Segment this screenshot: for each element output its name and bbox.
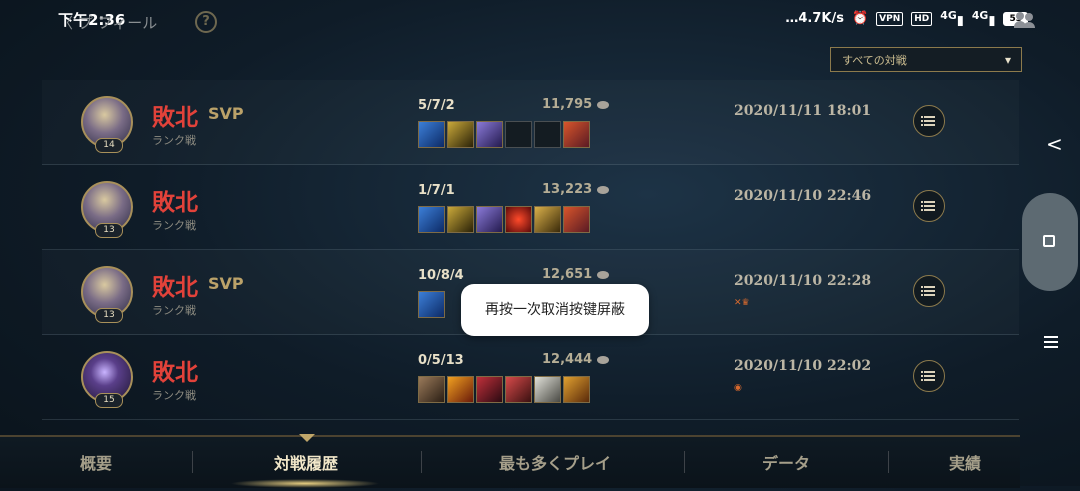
item-icon-red-sword: [505, 376, 532, 403]
signal-icon: 4G▮: [940, 9, 964, 29]
gold-value: 12,651: [542, 267, 593, 282]
gold-value: 11,795: [542, 97, 593, 112]
match-row[interactable]: 14 敗北 SVP ランク戦 5/7/2 11,795 2020/11/11 1…: [42, 80, 1019, 165]
item-icon-purple-sword: [476, 206, 503, 233]
tab-divider: [421, 451, 422, 473]
back-icon[interactable]: <: [1046, 132, 1063, 156]
menu-icon[interactable]: [1044, 336, 1058, 348]
gold-icon: [597, 355, 610, 364]
tab-divider: [684, 451, 685, 473]
match-result: 敗北: [152, 104, 198, 131]
toast-message: 再按一次取消按键屏蔽: [461, 284, 649, 336]
item-icon-monster-red: [563, 206, 590, 233]
champion-level: 15: [95, 393, 123, 408]
item-icon-red-fist: [476, 376, 503, 403]
home-icon: [1043, 235, 1055, 247]
tab-data[interactable]: データ: [720, 437, 852, 488]
game-mode: ランク戦: [152, 219, 196, 232]
item-icon-red-orb: [505, 206, 532, 233]
gold-earned: 12,444: [542, 352, 610, 367]
signal-icon-2: 4G▮: [971, 9, 996, 29]
match-result: 敗北: [152, 359, 198, 386]
tab-most-played[interactable]: 最も多くプレイ: [458, 437, 652, 488]
gold-earned: 12,651: [542, 267, 610, 282]
network-speed: …4.7K/s: [785, 11, 844, 27]
game-mode: ランク戦: [152, 134, 196, 147]
network-label-1: 4G: [940, 9, 957, 22]
match-detail-button[interactable]: [913, 190, 945, 222]
tab-match-history[interactable]: 対戦履歴: [230, 437, 382, 488]
match-result: 敗北: [152, 189, 198, 216]
alarm-icon: ⏰: [851, 11, 869, 27]
status-indicators: …4.7K/s ⏰ VPN HD 4G▮ 4G▮ 53: [785, 9, 1028, 28]
match-date: 2020/11/10 22:02: [734, 358, 872, 374]
item-slot-empty: [534, 121, 561, 148]
item-icon-blue-blade: [418, 291, 445, 318]
gold-value: 13,223: [542, 182, 593, 197]
match-row[interactable]: 15 敗北 ランク戦 0/5/13 12,444 2020/11/10 22:0…: [42, 335, 1019, 420]
item-icon-gold-mask: [563, 376, 590, 403]
svp-badge: SVP: [208, 104, 244, 123]
item-icon-triangle-shield: [447, 206, 474, 233]
vpn-icon: VPN: [876, 11, 904, 26]
status-bar: 下午2:36 …4.7K/s ⏰ VPN HD 4G▮ 4G▮ 53: [0, 0, 1080, 32]
bottom-tab-bar: 概要 対戦履歴 最も多くプレイ データ 実績: [0, 434, 1020, 488]
match-history-list: 14 敗北 SVP ランク戦 5/7/2 11,795 2020/11/11 1…: [42, 80, 1019, 420]
item-icon-purple-sword: [476, 121, 503, 148]
match-extra: ◉: [734, 383, 742, 393]
gold-icon: [597, 270, 610, 279]
home-button[interactable]: [1022, 193, 1078, 291]
item-icon-gold-armor: [534, 206, 561, 233]
item-icon-blue-blade: [418, 206, 445, 233]
item-icon-white-boots: [534, 376, 561, 403]
match-date: 2020/11/10 22:46: [734, 188, 872, 204]
filter-label: すべての対戦: [842, 54, 907, 67]
item-build: [418, 376, 590, 403]
kda-score: 10/8/4: [418, 268, 464, 283]
champion-level: 13: [95, 308, 123, 323]
match-extra: ✕♛: [734, 298, 750, 308]
item-slot-empty: [505, 121, 532, 148]
kda-score: 1/7/1: [418, 183, 455, 198]
tab-achievements[interactable]: 実績: [920, 437, 1010, 488]
champion-level: 14: [95, 138, 123, 153]
profile-back-link[interactable]: 〈 プ フィール: [58, 12, 157, 33]
hd-icon: HD: [911, 11, 933, 26]
match-date: 2020/11/10 22:28: [734, 273, 872, 289]
gold-icon: [597, 185, 610, 194]
match-detail-button[interactable]: [913, 360, 945, 392]
item-icon-brown-shield: [418, 376, 445, 403]
champion-level: 13: [95, 223, 123, 238]
match-detail-button[interactable]: [913, 275, 945, 307]
item-icon-triangle-shield: [447, 121, 474, 148]
item-build: [418, 291, 445, 318]
system-navigation: <: [1020, 0, 1080, 486]
kda-score: 5/7/2: [418, 98, 455, 113]
item-icon-blue-blade: [418, 121, 445, 148]
gold-earned: 11,795: [542, 97, 610, 112]
match-row[interactable]: 13 敗北 ランク戦 1/7/1 13,223 2020/11/10 22:46: [42, 165, 1019, 250]
item-build: [418, 206, 590, 233]
tab-divider: [888, 451, 889, 473]
game-mode: ランク戦: [152, 389, 196, 402]
kda-score: 0/5/13: [418, 353, 464, 368]
item-icon-monster-red: [563, 121, 590, 148]
match-date: 2020/11/11 18:01: [734, 103, 872, 119]
match-result: 敗北: [152, 274, 198, 301]
tab-overview[interactable]: 概要: [40, 437, 152, 488]
help-icon[interactable]: ?: [195, 11, 217, 33]
tab-divider: [192, 451, 193, 473]
gold-icon: [597, 100, 610, 109]
gold-earned: 13,223: [542, 182, 610, 197]
network-label-2: 4G: [971, 9, 989, 22]
match-filter-dropdown[interactable]: すべての対戦 ▾: [830, 47, 1022, 72]
item-build: [418, 121, 590, 148]
match-detail-button[interactable]: [913, 105, 945, 137]
game-mode: ランク戦: [152, 304, 196, 317]
svp-badge: SVP: [208, 274, 244, 293]
chevron-down-icon: ▾: [1004, 53, 1011, 67]
gold-value: 12,444: [542, 352, 593, 367]
item-icon-fire-crest: [447, 376, 474, 403]
